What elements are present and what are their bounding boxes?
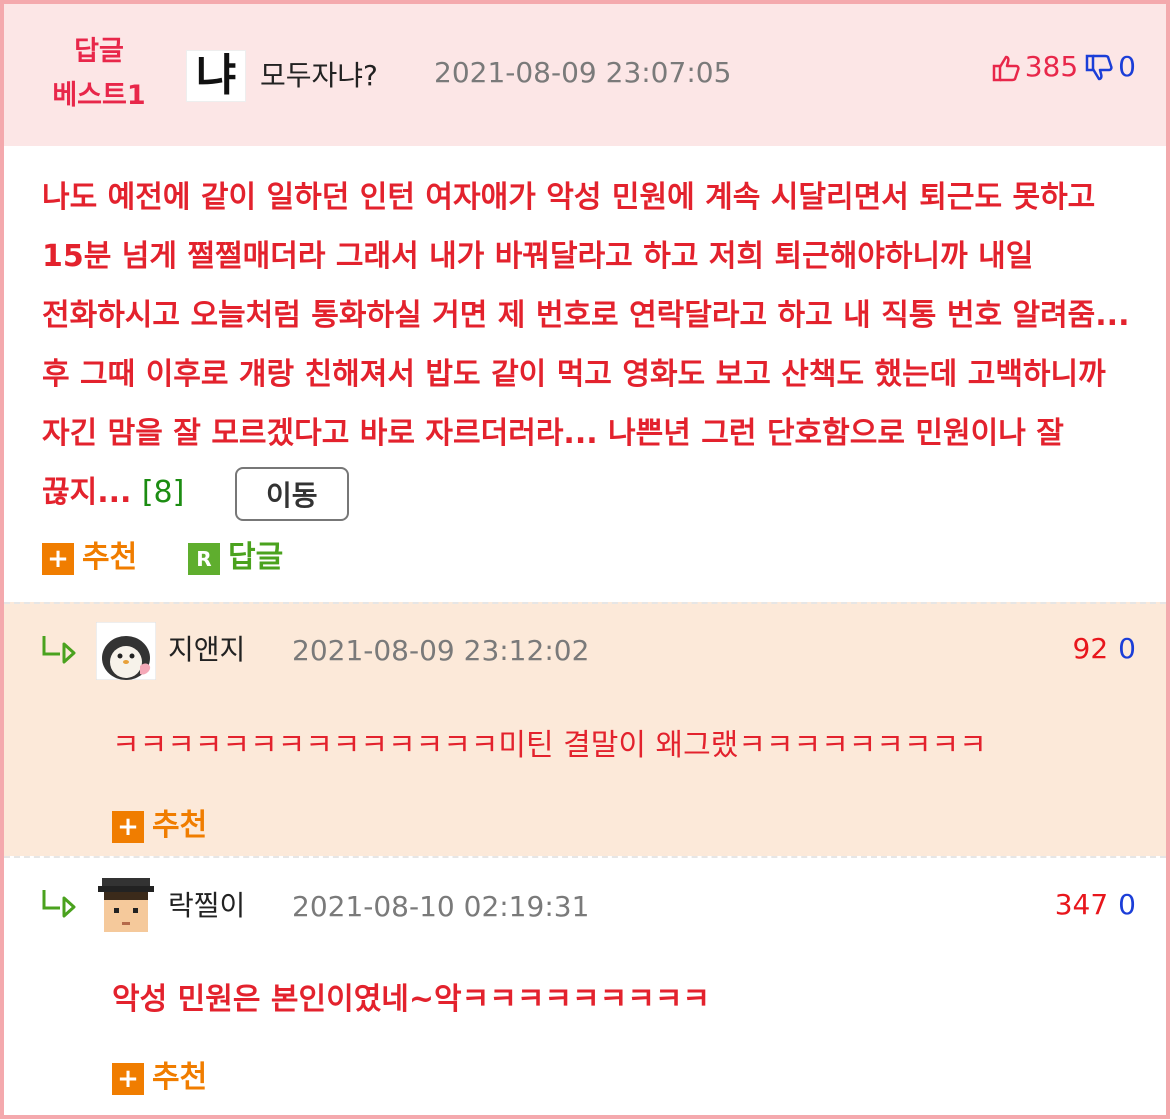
comment-date: 2021-08-09 23:07:05 bbox=[434, 56, 732, 89]
thumbs-down-icon[interactable] bbox=[1084, 53, 1114, 83]
downvote-count[interactable]: 0 bbox=[1118, 888, 1136, 921]
upvote-count[interactable]: 92 bbox=[1073, 632, 1109, 665]
best-badge-line1: 답글 bbox=[74, 36, 124, 67]
recommend-label: 추천 bbox=[152, 1060, 208, 1095]
downvote-count: 0 bbox=[1118, 50, 1136, 83]
vote-box: 92 0 bbox=[1073, 632, 1136, 665]
upvote-count: 385 bbox=[1024, 50, 1079, 83]
comment-date: 2021-08-10 02:19:31 bbox=[292, 890, 590, 923]
recommend-label: 추천 bbox=[152, 808, 208, 843]
penguin-avatar bbox=[96, 622, 156, 680]
comment-panel: 답글 베스트1 냐 모두자냐? 2021-08-09 23:07:05 385 … bbox=[0, 0, 1170, 1119]
reply-arrow-icon bbox=[42, 890, 76, 918]
best-comment-header: 답글 베스트1 냐 모두자냐? 2021-08-09 23:07:05 385 … bbox=[4, 4, 1166, 146]
downvote-count[interactable]: 0 bbox=[1118, 632, 1136, 665]
reply-arrow-icon bbox=[42, 636, 76, 664]
recommend-button[interactable]: + 추천 bbox=[112, 800, 207, 844]
reply-item: 락찔이 2021-08-10 02:19:31 347 0 악성 민원은 본인이였… bbox=[4, 856, 1166, 1115]
recommend-button[interactable]: + 추천 bbox=[42, 532, 137, 576]
author-name[interactable]: 모두자냐? bbox=[260, 54, 378, 94]
pixel-boy-avatar bbox=[96, 878, 156, 936]
best-badge: 답글 베스트1 bbox=[34, 30, 164, 118]
vote-box: 385 0 bbox=[991, 50, 1136, 83]
reply-item: 지앤지 2021-08-09 23:12:02 92 0 ㅋㅋㅋㅋㅋㅋㅋㅋㅋㅋㅋㅋ… bbox=[4, 602, 1166, 856]
reply-count[interactable]: [8] bbox=[142, 475, 185, 510]
thumbs-up-icon[interactable] bbox=[991, 53, 1021, 83]
comment-text: ㅋㅋㅋㅋㅋㅋㅋㅋㅋㅋㅋㅋㅋㅋ미틴 결말이 왜그랬ㅋㅋㅋㅋㅋㅋㅋㅋㅋ bbox=[112, 728, 987, 763]
reply-button[interactable]: R 답글 bbox=[188, 532, 283, 576]
plus-icon: + bbox=[112, 1062, 144, 1095]
plus-icon: + bbox=[112, 810, 144, 843]
comment-date: 2021-08-09 23:12:02 bbox=[292, 634, 590, 667]
nickname-image: 냐 bbox=[186, 50, 246, 102]
vote-box: 347 0 bbox=[1055, 888, 1136, 921]
author-name[interactable]: 지앤지 bbox=[168, 628, 245, 668]
plus-icon: + bbox=[42, 542, 74, 575]
r-icon: R bbox=[188, 542, 220, 575]
best-badge-line2: 베스트1 bbox=[52, 80, 146, 111]
comment-text: 악성 민원은 본인이였네~악ㅋㅋㅋㅋㅋㅋㅋㅋㅋ bbox=[112, 982, 711, 1017]
comment-text: 나도 예전에 같이 일하던 인턴 여자애가 악성 민원에 계속 시달리면서 퇴근… bbox=[42, 180, 1130, 510]
upvote-count[interactable]: 347 bbox=[1055, 888, 1108, 921]
author-name[interactable]: 락찔이 bbox=[168, 884, 245, 924]
best-comment-body: 나도 예전에 같이 일하던 인턴 여자애가 악성 민원에 계속 시달리면서 퇴근… bbox=[42, 168, 1142, 522]
recommend-button[interactable]: + 추천 bbox=[112, 1052, 207, 1096]
reply-label: 답글 bbox=[228, 540, 284, 575]
move-button[interactable]: 이동 bbox=[234, 466, 349, 521]
recommend-label: 추천 bbox=[82, 540, 138, 575]
